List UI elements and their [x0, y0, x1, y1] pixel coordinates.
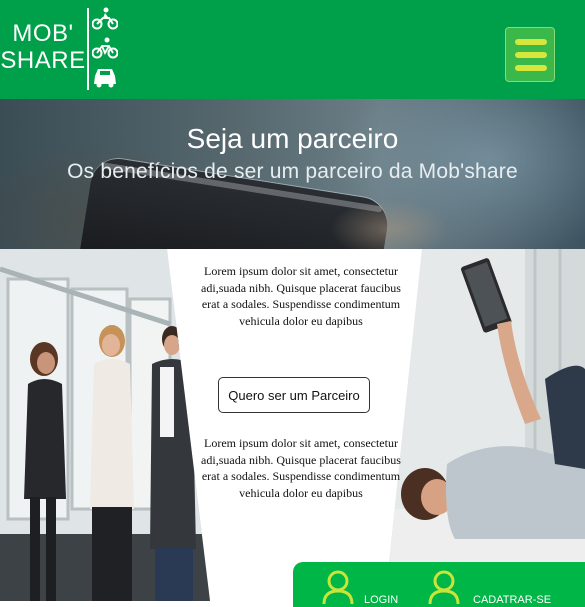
logo-icons — [92, 6, 118, 90]
second-paragraph: Lorem ipsum dolor sit amet, consectetur … — [201, 436, 401, 500]
login-link[interactable]: LOGIN — [321, 570, 421, 606]
business-meeting-photo — [0, 249, 210, 601]
signup-label: CADATRAR-SE — [473, 594, 552, 606]
bicycle-icon — [92, 37, 118, 59]
man-with-tablet-photo — [385, 249, 585, 601]
hamburger-menu-icon — [515, 39, 547, 45]
logo-line2: SHARE — [0, 47, 86, 74]
signup-link[interactable]: CADATRAR-SE — [427, 570, 577, 606]
motorcycle-icon — [92, 7, 118, 30]
become-partner-button[interactable]: Quero ser um Parceiro — [218, 377, 370, 413]
logo-divider — [87, 8, 89, 90]
man-with-tablet-illustration — [385, 249, 585, 601]
menu-bar-3 — [515, 65, 547, 71]
hero-title: Seja um parceiro — [186, 123, 399, 154]
car-icon — [94, 69, 116, 88]
hero-subtitle: Os benefícios de ser um parceiro da Mob'… — [67, 160, 518, 183]
hero-banner: Seja um parceiro Os benefícios de ser um… — [0, 99, 585, 249]
login-label: LOGIN — [364, 594, 399, 606]
user-icon — [428, 570, 460, 604]
logo-line1: MOB' — [12, 20, 74, 47]
menu-bar-2 — [515, 52, 547, 58]
intro-paragraph: Lorem ipsum dolor sit amet, consectetur … — [201, 264, 401, 328]
logo[interactable]: MOB' SHARE — [0, 20, 86, 74]
user-icon — [322, 570, 354, 604]
login-bar: LOGIN CADATRAR-SE — [293, 562, 585, 607]
hamburger-menu-button[interactable] — [505, 27, 555, 82]
business-meeting-illustration — [0, 249, 210, 601]
header-bar: MOB' SHARE — [0, 0, 585, 99]
hero-hand-image — [330, 199, 450, 249]
partner-content: Lorem ipsum dolor sit amet, consectetur … — [196, 249, 406, 601]
